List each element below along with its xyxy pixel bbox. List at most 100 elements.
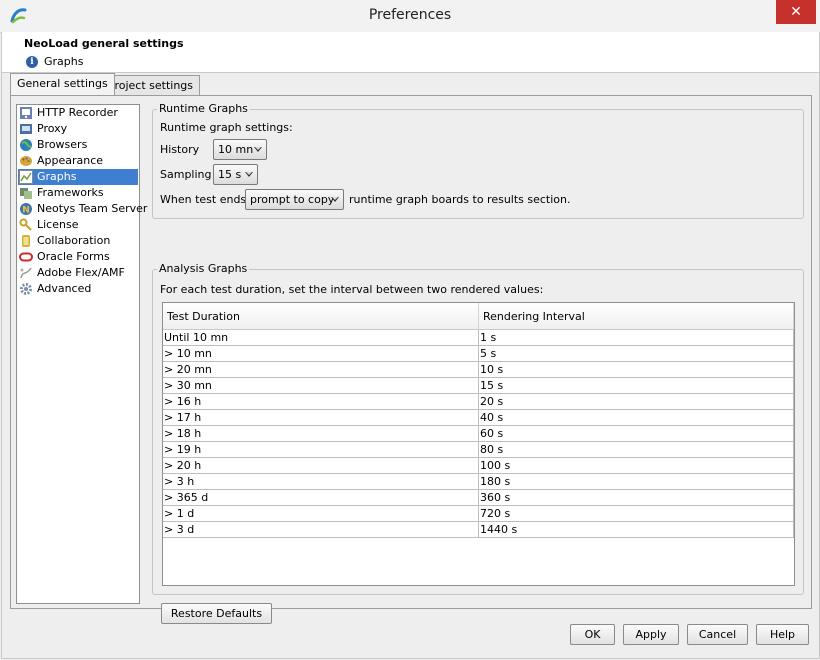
sidebar-item-label: License <box>37 218 79 231</box>
duration-cell[interactable]: > 10 mn <box>163 345 479 362</box>
oracle-icon <box>19 252 33 262</box>
history-select[interactable]: 10 mn <box>213 139 267 160</box>
help-button[interactable]: Help <box>756 624 809 645</box>
tab-project-settings[interactable]: Project settings <box>101 75 200 95</box>
interval-cell[interactable]: 5 s <box>478 345 794 362</box>
analysis-graphs-group: Analysis Graphs For each test duration, … <box>152 262 804 595</box>
sidebar-item-collaboration[interactable]: Collaboration <box>18 233 138 249</box>
duration-cell[interactable]: > 365 d <box>163 489 479 506</box>
sidebar-item-appearance[interactable]: Appearance <box>18 153 138 169</box>
history-value: 10 mn <box>218 143 254 156</box>
proxy-icon <box>20 124 32 134</box>
column-header-rendering-interval[interactable]: Rendering Interval <box>478 303 794 330</box>
svg-text:N: N <box>22 206 30 216</box>
when-test-ends-label: When test ends, <box>160 193 250 206</box>
gear-icon <box>20 283 32 295</box>
sampling-select[interactable]: 15 s <box>213 164 258 185</box>
restore-defaults-button[interactable]: Restore Defaults <box>161 603 272 624</box>
duration-cell[interactable]: > 1 d <box>163 505 479 522</box>
sidebar-item-label: Appearance <box>37 154 104 167</box>
window-title: Preferences <box>368 7 452 23</box>
runtime-graphs-title: Runtime Graphs <box>157 102 250 115</box>
duration-cell[interactable]: > 17 h <box>163 409 479 426</box>
table-row[interactable]: > 10 mn 5 s <box>163 345 794 362</box>
chevron-down-icon <box>245 172 253 177</box>
duration-cell[interactable]: > 20 mn <box>163 361 479 378</box>
sidebar-item-label: Neotys Team Server <box>37 202 148 215</box>
sampling-label: Sampling <box>160 168 212 181</box>
interval-cell[interactable]: 100 s <box>478 457 794 474</box>
dialog-body: NeoLoad general settings i Graphs Genera… <box>1 32 820 659</box>
interval-cell[interactable]: 1440 s <box>478 521 794 538</box>
duration-cell[interactable]: > 18 h <box>163 425 479 442</box>
apply-button[interactable]: Apply <box>623 624 679 645</box>
duration-cell[interactable]: > 3 d <box>163 521 479 538</box>
rendering-interval-table[interactable]: Test Duration Rendering Interval Until 1… <box>162 302 795 586</box>
sampling-value: 15 s <box>218 168 242 181</box>
sidebar-item-graphs[interactable]: Graphs <box>18 169 138 185</box>
title-bar: Preferences ✕ <box>0 0 820 33</box>
interval-cell[interactable]: 20 s <box>478 393 794 410</box>
duration-cell[interactable]: > 3 h <box>163 473 479 490</box>
duration-cell[interactable]: > 19 h <box>163 441 479 458</box>
table-row[interactable]: > 3 h 180 s <box>163 473 794 490</box>
sidebar-item-neotys-team-server[interactable]: N Neotys Team Server <box>18 201 147 217</box>
info-icon: i <box>26 56 38 68</box>
interval-cell[interactable]: 10 s <box>478 361 794 378</box>
tab-general-settings[interactable]: General settings <box>10 73 115 95</box>
collaboration-icon <box>22 235 30 247</box>
duration-cell[interactable]: Until 10 mn <box>163 329 479 346</box>
sidebar-item-label: Frameworks <box>37 186 104 199</box>
table-row[interactable]: > 3 d 1440 s <box>163 521 794 538</box>
history-label: History <box>160 143 200 156</box>
table-row[interactable]: > 365 d 360 s <box>163 489 794 506</box>
sidebar-item-label: Oracle Forms <box>37 250 110 263</box>
table-row[interactable]: > 17 h 40 s <box>163 409 794 426</box>
test-end-action-select[interactable]: prompt to copy <box>245 189 344 210</box>
sidebar-item-label: Browsers <box>37 138 88 151</box>
sidebar-item-frameworks[interactable]: Frameworks <box>18 185 138 201</box>
interval-cell[interactable]: 40 s <box>478 409 794 426</box>
sidebar-item-advanced[interactable]: Advanced <box>18 281 138 297</box>
sidebar-item-label: Advanced <box>37 282 92 295</box>
settings-header: NeoLoad general settings i Graphs <box>2 32 819 73</box>
close-window-button[interactable]: ✕ <box>776 0 816 24</box>
sidebar-item-license[interactable]: License <box>18 217 138 233</box>
table-row[interactable]: > 20 mn 10 s <box>163 361 794 378</box>
palette-icon <box>20 156 32 166</box>
interval-cell[interactable]: 1 s <box>478 329 794 346</box>
header-subtitle: Graphs <box>44 55 84 68</box>
analysis-graphs-title: Analysis Graphs <box>157 262 250 275</box>
chevron-down-icon <box>254 147 262 152</box>
sidebar-item-http-recorder[interactable]: HTTP Recorder <box>18 105 138 121</box>
interval-cell[interactable]: 15 s <box>478 377 794 394</box>
table-row[interactable]: > 16 h 20 s <box>163 393 794 410</box>
interval-cell[interactable]: 720 s <box>478 505 794 522</box>
table-row[interactable]: > 30 mn 15 s <box>163 377 794 394</box>
interval-table: Test Duration Rendering Interval Until 1… <box>163 303 794 538</box>
sidebar-item-adobe-flex-amf[interactable]: Adobe Flex/AMF <box>18 265 138 281</box>
cancel-button[interactable]: Cancel <box>687 624 748 645</box>
sidebar-item-oracle-forms[interactable]: Oracle Forms <box>18 249 138 265</box>
settings-category-list[interactable]: HTTP Recorder Proxy Browsers Appearance … <box>16 104 147 604</box>
interval-cell[interactable]: 60 s <box>478 425 794 442</box>
table-row[interactable]: Until 10 mn 1 s <box>163 329 794 346</box>
table-row[interactable]: > 20 h 100 s <box>163 457 794 474</box>
interval-cell[interactable]: 180 s <box>478 473 794 490</box>
duration-cell[interactable]: > 16 h <box>163 393 479 410</box>
table-row[interactable]: > 1 d 720 s <box>163 505 794 522</box>
column-header-test-duration[interactable]: Test Duration <box>163 303 479 330</box>
sidebar-item-proxy[interactable]: Proxy <box>18 121 138 137</box>
ok-button[interactable]: OK <box>570 624 615 645</box>
runtime-settings-label: Runtime graph settings: <box>160 121 293 134</box>
table-row[interactable]: > 19 h 80 s <box>163 441 794 458</box>
when-test-ends-suffix: runtime graph boards to results section. <box>349 193 571 206</box>
duration-cell[interactable]: > 30 mn <box>163 377 479 394</box>
interval-cell[interactable]: 80 s <box>478 441 794 458</box>
duration-cell[interactable]: > 20 h <box>163 457 479 474</box>
interval-cell[interactable]: 360 s <box>478 489 794 506</box>
chevron-down-icon <box>331 197 339 202</box>
sidebar-item-browsers[interactable]: Browsers <box>18 137 138 153</box>
graph-icon <box>19 170 33 184</box>
table-row[interactable]: > 18 h 60 s <box>163 425 794 442</box>
